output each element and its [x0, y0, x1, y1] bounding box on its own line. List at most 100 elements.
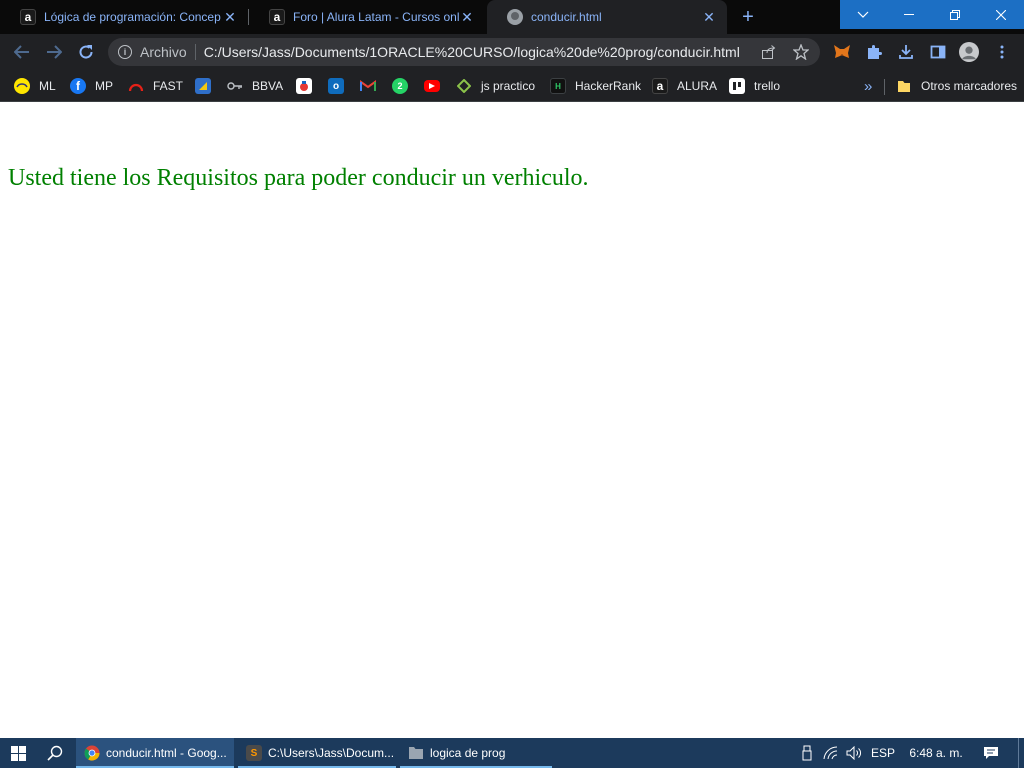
- minimize-button[interactable]: [886, 0, 932, 29]
- other-bookmarks-folder[interactable]: Otros marcadores: [896, 76, 1017, 96]
- bookmark-label: MP: [95, 79, 113, 93]
- windows-logo-icon: [10, 745, 26, 761]
- page-content: Usted tiene los Requisitos para poder co…: [0, 103, 1024, 738]
- arrow-right-icon: [47, 45, 62, 59]
- bookmark-gmail[interactable]: [360, 76, 376, 96]
- bookmark-alura[interactable]: a ALURA: [652, 76, 717, 96]
- trello-icon: [729, 78, 745, 94]
- bookmark-js-practico[interactable]: js practico: [456, 76, 535, 96]
- url-text[interactable]: C:/Users/Jass/Documents/1ORACLE%20CURSO/…: [204, 44, 740, 60]
- taskbar-app-label: C:\Users\Jass\Docum...: [268, 746, 395, 760]
- result-message: Usted tiene los Requisitos para poder co…: [8, 165, 589, 191]
- diamond-icon: [456, 78, 472, 94]
- close-icon[interactable]: ✕: [459, 9, 475, 25]
- usb-icon[interactable]: [798, 738, 816, 768]
- taskbar-chrome[interactable]: conducir.html - Goog...: [76, 738, 234, 768]
- forward-button[interactable]: [42, 40, 66, 64]
- bookmark-label: ALURA: [677, 79, 718, 93]
- alura-icon: a: [652, 78, 668, 94]
- speedometer-icon: [128, 78, 144, 94]
- bookmark-red-app[interactable]: [296, 76, 312, 96]
- bookmark-label: js practico: [481, 79, 536, 93]
- bookmark-trello[interactable]: trello: [729, 76, 780, 96]
- search-icon: [47, 745, 63, 761]
- close-icon[interactable]: ✕: [701, 9, 717, 25]
- back-button[interactable]: [10, 40, 34, 64]
- bookmark-label: HackerRank: [575, 79, 642, 93]
- bookmark-youtube[interactable]: [424, 76, 440, 96]
- bookmark-label: Otros marcadores: [921, 79, 1018, 93]
- tab-title: conducir.html: [531, 10, 602, 24]
- mercadolibre-icon: [14, 78, 30, 94]
- alura-icon: a: [20, 9, 36, 25]
- bookmark-label: FAST: [153, 79, 184, 93]
- menu-kebab-icon[interactable]: [992, 42, 1012, 62]
- extensions-puzzle-icon[interactable]: [864, 42, 884, 62]
- address-bar[interactable]: i Archivo C:/Users/Jass/Documents/1ORACL…: [108, 38, 820, 66]
- close-icon: [996, 9, 1006, 20]
- browser-tab-strip: a Lógica de programación: Concep ✕ a For…: [0, 0, 1024, 34]
- taskbar-sublime[interactable]: S C:\Users\Jass\Docum...: [238, 738, 396, 768]
- more-bookmarks-button[interactable]: »: [864, 76, 872, 96]
- restore-icon: [950, 9, 960, 20]
- language-indicator[interactable]: ESP: [868, 738, 898, 768]
- alura-icon: a: [269, 9, 285, 25]
- bookmarks-divider: [884, 79, 885, 95]
- reload-icon: [79, 45, 93, 59]
- outlook-icon: o: [328, 78, 344, 94]
- bookmark-label: ML: [39, 79, 56, 93]
- notifications-icon[interactable]: [978, 738, 1004, 768]
- windows-taskbar: conducir.html - Goog... S C:\Users\Jass\…: [0, 738, 1024, 768]
- sublime-text-icon: S: [246, 745, 262, 761]
- bookmark-whatsapp[interactable]: 2: [392, 76, 408, 96]
- tab-foro-alura[interactable]: a Foro | Alura Latam - Cursos onlin ✕: [249, 0, 485, 34]
- start-button[interactable]: [0, 738, 36, 768]
- tab-title: Lógica de programación: Concep: [44, 10, 221, 24]
- tab-search-button[interactable]: [840, 0, 886, 29]
- close-window-button[interactable]: [978, 0, 1024, 29]
- close-icon[interactable]: ✕: [222, 9, 238, 25]
- bookmarks-bar: ML f MP FAST BBVA o 2 js practico H Hack…: [0, 70, 1024, 102]
- bookmark-outlook[interactable]: o: [328, 76, 344, 96]
- hackerrank-icon: H: [550, 78, 566, 94]
- arrow-left-icon: [14, 45, 29, 59]
- info-icon[interactable]: i: [118, 45, 132, 59]
- bookmark-star-icon[interactable]: [792, 43, 810, 61]
- folder-icon: [896, 78, 912, 94]
- taskbar-app-label: logica de prog: [430, 746, 506, 760]
- side-panel-icon[interactable]: [928, 42, 948, 62]
- minimize-icon: [904, 13, 914, 15]
- profile-avatar[interactable]: [959, 42, 979, 62]
- download-icon[interactable]: [896, 42, 916, 62]
- volume-icon[interactable]: [844, 738, 864, 768]
- metamask-fox-icon[interactable]: [832, 42, 852, 62]
- youtube-icon: [424, 80, 440, 92]
- gmail-icon: [360, 78, 376, 94]
- address-divider: [194, 44, 196, 60]
- taskbar-explorer[interactable]: logica de prog: [400, 738, 552, 768]
- restore-button[interactable]: [932, 0, 978, 29]
- tab-title: Foro | Alura Latam - Cursos onlin: [293, 10, 459, 24]
- bookmark-power-bi[interactable]: [195, 76, 211, 96]
- bookmark-bbva[interactable]: BBVA: [227, 76, 283, 96]
- folder-icon: [408, 745, 424, 761]
- globe-icon: [507, 9, 523, 25]
- scheme-label: Archivo: [140, 44, 187, 60]
- bookmark-ml[interactable]: ML: [14, 76, 56, 96]
- show-desktop-button[interactable]: [1018, 738, 1024, 768]
- share-icon[interactable]: [760, 43, 778, 61]
- new-tab-button[interactable]: +: [736, 4, 760, 30]
- chevron-down-icon: [857, 11, 869, 18]
- tab-conducir-active[interactable]: conducir.html ✕: [487, 0, 727, 34]
- clock[interactable]: 6:48 a. m.: [904, 738, 968, 768]
- key-icon: [227, 78, 243, 94]
- wifi-icon[interactable]: [822, 738, 840, 768]
- search-button[interactable]: [38, 738, 72, 768]
- bookmark-hackerrank[interactable]: H HackerRank: [550, 76, 641, 96]
- bookmark-fast[interactable]: FAST: [128, 76, 183, 96]
- taskbar-app-label: conducir.html - Goog...: [106, 746, 227, 760]
- bookmark-mp[interactable]: f MP: [70, 76, 113, 96]
- tab-logica-programacion[interactable]: a Lógica de programación: Concep ✕: [0, 0, 248, 34]
- reload-button[interactable]: [74, 40, 98, 64]
- power-bi-icon: [195, 78, 211, 94]
